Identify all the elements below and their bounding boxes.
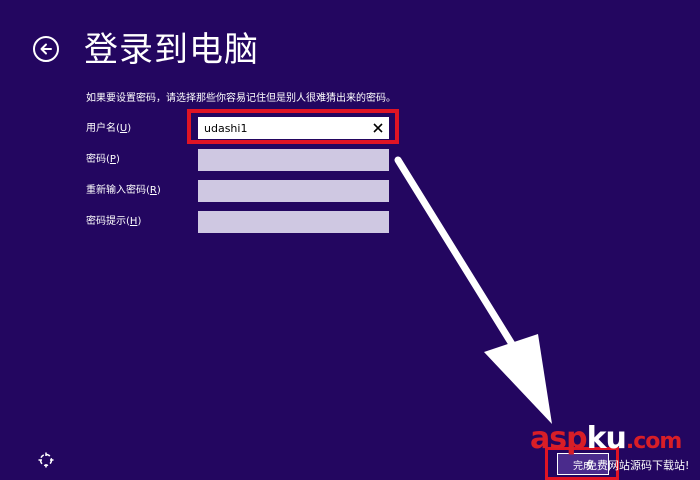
confirm-password-input[interactable]	[198, 180, 389, 202]
confirm-password-label: 重新输入密码(R)	[86, 185, 161, 196]
password-hint-input[interactable]	[198, 211, 389, 233]
username-label: 用户名(U)	[86, 123, 132, 134]
finish-button[interactable]: 完成	[557, 453, 609, 475]
page-title: 登录到电脑	[84, 30, 259, 70]
back-arrow-icon	[40, 43, 52, 55]
instruction-text: 如果要设置密码，请选择那些你容易记住但是别人很难猜出来的密码。	[86, 93, 396, 104]
clear-username-button[interactable]	[369, 119, 387, 137]
username-input[interactable]	[198, 117, 389, 139]
clear-x-icon	[373, 123, 383, 133]
back-button[interactable]	[33, 36, 59, 62]
password-input[interactable]	[198, 149, 389, 171]
ease-of-access-icon[interactable]	[37, 451, 55, 469]
password-hint-label: 密码提示(H)	[86, 216, 142, 227]
password-label: 密码(P)	[86, 154, 120, 165]
watermark: aspku.com 免费网站源码下载站!	[530, 422, 698, 478]
